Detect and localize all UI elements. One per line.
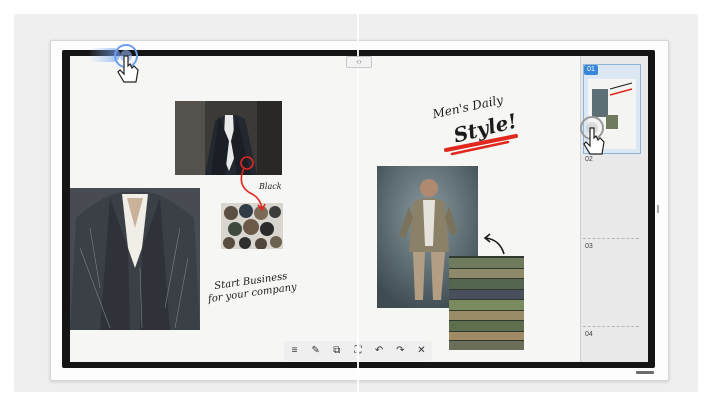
device-indicator: [636, 371, 654, 374]
fabric-stack-photo[interactable]: [449, 256, 524, 350]
start-business-note: Start Business for your company: [206, 270, 298, 306]
whiteboard-canvas[interactable]: Black Start Business for your company Me…: [70, 56, 580, 362]
touch-hand-icon: [580, 116, 605, 155]
close-icon[interactable]: ✕: [415, 345, 427, 357]
copy-icon[interactable]: ⧉: [331, 345, 343, 357]
undo-icon[interactable]: ↶: [373, 345, 385, 357]
menu-icon[interactable]: ≡: [289, 345, 301, 357]
note-icon[interactable]: ✎: [310, 345, 322, 357]
jacket-photo[interactable]: [70, 188, 200, 330]
page-label-04[interactable]: 04: [585, 331, 593, 338]
page-separator: [583, 238, 639, 239]
black-label: Black: [259, 182, 282, 191]
redo-icon[interactable]: ↷: [394, 345, 406, 357]
page-number-badge: 01: [584, 65, 598, 75]
red-underline-stroke: [444, 134, 518, 156]
panel-grip[interactable]: [657, 205, 659, 213]
page-label-03[interactable]: 03: [585, 243, 593, 250]
page-separator: [583, 326, 639, 327]
split-handle[interactable]: ‹›: [346, 56, 372, 68]
touch-hand-icon: [88, 44, 139, 83]
black-arrow-annotation: [483, 233, 505, 255]
